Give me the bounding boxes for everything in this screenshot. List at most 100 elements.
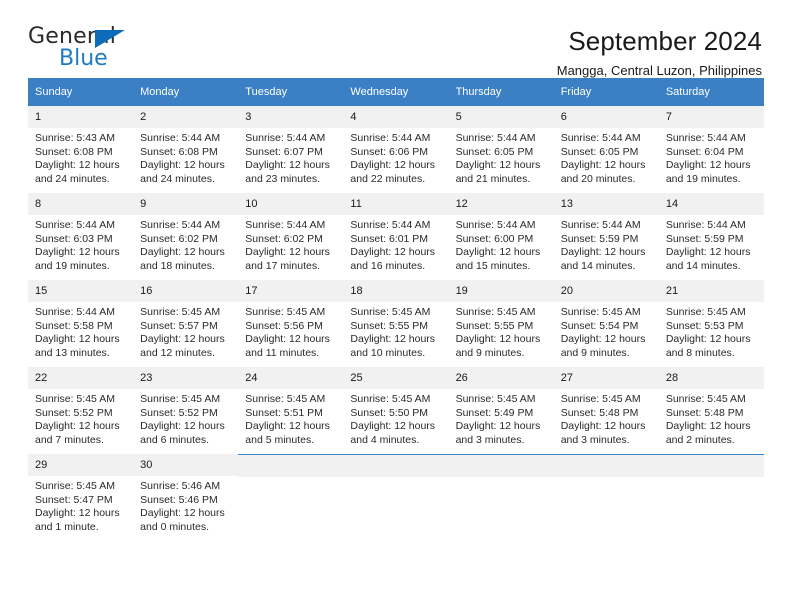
daylight-text-line2: and 17 minutes. <box>245 259 320 272</box>
day-number: 30 <box>133 454 239 476</box>
day-number: 23 <box>133 367 239 389</box>
calendar-day-cell[interactable]: 7 Sunrise: 5:44 AM Sunset: 6:04 PM Daylight… <box>658 106 764 193</box>
daylight-text-line1: Daylight: 12 hours <box>665 246 751 258</box>
day-number <box>553 454 659 477</box>
daylight-text-line2: and 19 minutes. <box>35 259 110 272</box>
calendar-day-cell[interactable]: 15 Sunrise: 5:44 AM Sunset: 5:58 PM Dayligh… <box>28 280 134 367</box>
day-number: 15 <box>28 280 134 302</box>
weekday-header-saturday: Saturday <box>658 78 764 106</box>
day-sun-info: Sunrise: 5:45 AM Sunset: 5:54 PM Daylight:… <box>554 302 659 360</box>
calendar-day-cell[interactable]: 27 Sunrise: 5:45 AM Sunset: 5:48 PM Dayligh… <box>553 367 659 454</box>
calendar-page: General Blue September 2024 Mangga, Cent… <box>0 0 792 612</box>
calendar-day-cell[interactable]: 3 Sunrise: 5:44 AM Sunset: 6:07 PM Daylight… <box>238 106 344 193</box>
daylight-text-line1: Daylight: 12 hours <box>35 159 120 171</box>
calendar-day-cell[interactable]: 16 Sunrise: 5:45 AM Sunset: 5:57 PM Dayligh… <box>133 280 239 367</box>
calendar-day-cell[interactable]: 19 Sunrise: 5:45 AM Sunset: 5:55 PM Dayligh… <box>448 280 554 367</box>
calendar-day-cell[interactable]: 28 Sunrise: 5:45 AM Sunset: 5:48 PM Dayligh… <box>658 367 764 454</box>
day-sun-info: Sunrise: 5:44 AM Sunset: 6:05 PM Daylight:… <box>449 128 554 186</box>
calendar-body: 1 Sunrise: 5:43 AM Sunset: 6:08 PM Daylight… <box>28 106 764 538</box>
calendar-day-cell[interactable]: 22 Sunrise: 5:45 AM Sunset: 5:52 PM Dayligh… <box>28 367 134 454</box>
day-number: 16 <box>133 280 239 302</box>
calendar-day-cell-empty <box>553 453 659 538</box>
daylight-text-line1: Daylight: 12 hours <box>140 246 225 258</box>
day-sun-info: Sunrise: 5:45 AM Sunset: 5:56 PM Daylight:… <box>238 302 343 360</box>
logo-text-blue: Blue <box>59 46 108 71</box>
daylight-text-line1: Daylight: 12 hours <box>245 420 330 432</box>
calendar-day-cell[interactable]: 8 Sunrise: 5:44 AM Sunset: 6:03 PM Daylight… <box>28 193 134 280</box>
daylight-text-line2: and 1 minute. <box>35 520 99 533</box>
weekday-header-row: Sunday Monday Tuesday Wednesday Thursday… <box>28 78 764 106</box>
calendar-day-cell[interactable]: 24 Sunrise: 5:45 AM Sunset: 5:51 PM Dayligh… <box>238 367 344 454</box>
sunset-text: Sunset: 5:54 PM <box>560 319 639 332</box>
day-number: 20 <box>553 280 659 302</box>
weekday-header-thursday: Thursday <box>448 78 554 106</box>
calendar-day-cell[interactable]: 9 Sunrise: 5:44 AM Sunset: 6:02 PM Daylight… <box>133 193 239 280</box>
day-number: 25 <box>343 367 449 389</box>
day-sun-info: Sunrise: 5:45 AM Sunset: 5:48 PM Daylight:… <box>659 389 764 447</box>
sunrise-text: Sunrise: 5:45 AM <box>455 306 536 318</box>
day-number: 22 <box>28 367 134 389</box>
day-sun-info: Sunrise: 5:45 AM Sunset: 5:50 PM Daylight:… <box>343 389 448 447</box>
calendar-week-row: 8 Sunrise: 5:44 AM Sunset: 6:03 PM Daylight… <box>28 193 764 280</box>
calendar-day-cell-empty <box>238 453 344 538</box>
calendar-day-cell[interactable]: 5 Sunrise: 5:44 AM Sunset: 6:05 PM Daylight… <box>448 106 554 193</box>
day-number <box>343 454 449 477</box>
daylight-text-line2: and 9 minutes. <box>560 346 630 359</box>
day-sun-info: Sunrise: 5:44 AM Sunset: 6:06 PM Daylight:… <box>343 128 448 186</box>
day-sun-info: Sunrise: 5:44 AM Sunset: 6:02 PM Daylight:… <box>238 215 343 273</box>
sunrise-text: Sunrise: 5:45 AM <box>35 393 115 405</box>
daylight-text-line2: and 21 minutes. <box>455 172 531 185</box>
sunset-text: Sunset: 6:04 PM <box>665 145 744 158</box>
calendar-day-cell[interactable]: 26 Sunrise: 5:45 AM Sunset: 5:49 PM Dayligh… <box>448 367 554 454</box>
calendar-day-cell[interactable]: 12 Sunrise: 5:44 AM Sunset: 6:00 PM Dayligh… <box>448 193 554 280</box>
day-sun-info: Sunrise: 5:45 AM Sunset: 5:48 PM Daylight:… <box>554 389 659 447</box>
calendar-day-cell[interactable]: 2 Sunrise: 5:44 AM Sunset: 6:08 PM Daylight… <box>133 106 239 193</box>
sunrise-text: Sunrise: 5:44 AM <box>350 132 431 144</box>
daylight-text-line2: and 12 minutes. <box>140 346 215 359</box>
sunset-text: Sunset: 5:48 PM <box>560 406 639 419</box>
calendar-day-cell[interactable]: 17 Sunrise: 5:45 AM Sunset: 5:56 PM Dayligh… <box>238 280 344 367</box>
calendar-day-cell[interactable]: 21 Sunrise: 5:45 AM Sunset: 5:53 PM Dayligh… <box>658 280 764 367</box>
daylight-text-line2: and 9 minutes. <box>455 346 525 359</box>
calendar-day-cell[interactable]: 10 Sunrise: 5:44 AM Sunset: 6:02 PM Dayligh… <box>238 193 344 280</box>
calendar-day-cell[interactable]: 13 Sunrise: 5:44 AM Sunset: 5:59 PM Dayligh… <box>553 193 659 280</box>
calendar-day-cell[interactable]: 20 Sunrise: 5:45 AM Sunset: 5:54 PM Dayligh… <box>553 280 659 367</box>
sunset-text: Sunset: 6:02 PM <box>140 232 218 245</box>
calendar-day-cell[interactable]: 30 Sunrise: 5:46 AM Sunset: 5:46 PM Dayligh… <box>133 454 239 538</box>
day-number: 2 <box>133 106 239 128</box>
daylight-text-line2: and 5 minutes. <box>245 433 315 446</box>
day-sun-info: Sunrise: 5:44 AM Sunset: 6:04 PM Daylight:… <box>659 128 764 186</box>
calendar-day-cell[interactable]: 25 Sunrise: 5:45 AM Sunset: 5:50 PM Dayligh… <box>343 367 449 454</box>
sunrise-text: Sunrise: 5:44 AM <box>560 219 641 231</box>
calendar-day-cell[interactable]: 14 Sunrise: 5:44 AM Sunset: 5:59 PM Dayligh… <box>658 193 764 280</box>
daylight-text-line1: Daylight: 12 hours <box>245 246 330 258</box>
calendar-day-cell[interactable]: 23 Sunrise: 5:45 AM Sunset: 5:52 PM Dayligh… <box>133 367 239 454</box>
day-sun-info: Sunrise: 5:44 AM Sunset: 5:59 PM Daylight:… <box>554 215 659 273</box>
day-sun-info: Sunrise: 5:44 AM Sunset: 6:05 PM Daylight:… <box>554 128 659 186</box>
calendar-day-cell[interactable]: 29 Sunrise: 5:45 AM Sunset: 5:47 PM Dayligh… <box>28 454 134 538</box>
calendar-week-row: 22 Sunrise: 5:45 AM Sunset: 5:52 PM Dayligh… <box>28 367 764 454</box>
day-number: 3 <box>238 106 344 128</box>
day-number: 1 <box>28 106 134 128</box>
daylight-text-line1: Daylight: 12 hours <box>140 507 225 519</box>
day-sun-info: Sunrise: 5:44 AM Sunset: 6:00 PM Daylight:… <box>449 215 554 273</box>
weekday-header-tuesday: Tuesday <box>238 78 344 106</box>
page-header: General Blue September 2024 Mangga, Cent… <box>28 0 764 79</box>
daylight-text-line2: and 14 minutes. <box>560 259 636 272</box>
daylight-text-line1: Daylight: 12 hours <box>455 159 541 171</box>
calendar-day-cell[interactable]: 1 Sunrise: 5:43 AM Sunset: 6:08 PM Daylight… <box>28 106 134 193</box>
day-sun-info: Sunrise: 5:45 AM Sunset: 5:57 PM Daylight:… <box>133 302 238 360</box>
calendar-day-cell[interactable]: 4 Sunrise: 5:44 AM Sunset: 6:06 PM Daylight… <box>343 106 449 193</box>
daylight-text-line2: and 13 minutes. <box>35 346 110 359</box>
sunset-text: Sunset: 5:53 PM <box>665 319 744 332</box>
daylight-text-line2: and 7 minutes. <box>35 433 104 446</box>
calendar-day-cell[interactable]: 18 Sunrise: 5:45 AM Sunset: 5:55 PM Dayligh… <box>343 280 449 367</box>
sunset-text: Sunset: 5:55 PM <box>350 319 429 332</box>
calendar-day-cell[interactable]: 11 Sunrise: 5:44 AM Sunset: 6:01 PM Dayligh… <box>343 193 449 280</box>
day-number: 10 <box>238 193 344 215</box>
daylight-text-line1: Daylight: 12 hours <box>350 333 436 345</box>
calendar-day-cell[interactable]: 6 Sunrise: 5:44 AM Sunset: 6:05 PM Daylight… <box>553 106 659 193</box>
sunrise-text: Sunrise: 5:45 AM <box>350 393 431 405</box>
daylight-text-line2: and 24 minutes. <box>140 172 215 185</box>
sunset-text: Sunset: 5:59 PM <box>665 232 744 245</box>
